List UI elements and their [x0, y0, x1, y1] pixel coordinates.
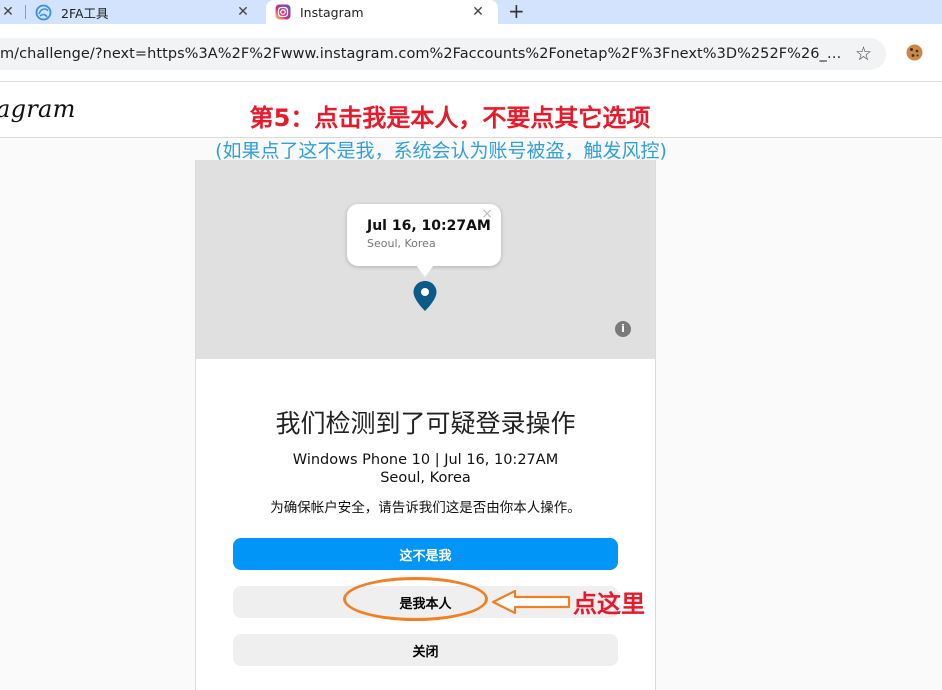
- challenge-headline: 我们检测到了可疑登录操作: [275, 409, 576, 438]
- new-tab-button[interactable]: +: [508, 1, 525, 21]
- instagram-icon: [274, 4, 291, 21]
- tab-title: Instagram: [300, 4, 364, 20]
- tab-close-icon[interactable]: ✕: [470, 4, 486, 20]
- swirl-logo-icon: [35, 4, 52, 21]
- annotation-step-subtitle-text: (如果点了这不是我，系统会认为账号被盗，触发风控): [215, 140, 667, 162]
- map-popup: Jul 16, 10:27AM Seoul, Korea ×: [347, 204, 501, 277]
- popup-location: Seoul, Korea: [367, 237, 436, 250]
- login-location-map: Jul 16, 10:27AM Seoul, Korea × i: [196, 160, 655, 359]
- star-icon[interactable]: ☆: [855, 43, 872, 65]
- login-device: Windows Phone 10 | Jul 16, 10:27AM: [292, 452, 559, 468]
- tab-divider: [25, 5, 26, 19]
- tab-title: 2FA工具: [61, 5, 109, 21]
- tab-strip: ✕ 2FA工具 ✕ Instagram ✕ +: [0, 0, 942, 24]
- popup-time: Jul 16, 10:27AM: [367, 218, 491, 234]
- tab-instagram[interactable]: Instagram ✕: [266, 0, 498, 24]
- annotation-step-subtitle: (如果点了这不是我，系统会认为账号被盗，触发风控): [0, 136, 942, 163]
- left-arrow-icon: [491, 589, 571, 615]
- annotation-step-title: 第5：点击我是本人，不要点其它选项: [0, 98, 942, 133]
- cookie-icon[interactable]: [905, 43, 924, 62]
- url-text[interactable]: m/challenge/?next=https%3A%2F%2Fwww.inst…: [0, 46, 848, 62]
- login-location: Seoul, Korea: [380, 470, 471, 486]
- annotation-click-here: 点这里: [573, 590, 645, 618]
- browser-toolbar: m/challenge/?next=https%3A%2F%2Fwww.inst…: [0, 24, 942, 82]
- tab-partial[interactable]: ✕: [0, 0, 24, 24]
- tab-close-icon[interactable]: ✕: [235, 4, 251, 20]
- close-button[interactable]: 关闭: [233, 634, 618, 666]
- map-pin-icon: [413, 281, 437, 311]
- close-icon[interactable]: ×: [481, 206, 493, 222]
- info-icon[interactable]: i: [615, 321, 631, 337]
- tab-close-icon[interactable]: ✕: [0, 4, 16, 20]
- not-me-button[interactable]: 这不是我: [233, 538, 618, 570]
- challenge-description: 为确保帐户安全，请告诉我们这是否由你本人操作。: [270, 500, 581, 516]
- annotation-step-title-text: 第5：点击我是本人，不要点其它选项: [249, 104, 651, 132]
- tab-2fa-tool[interactable]: 2FA工具 ✕: [27, 0, 263, 24]
- highlight-ellipse: [343, 577, 488, 621]
